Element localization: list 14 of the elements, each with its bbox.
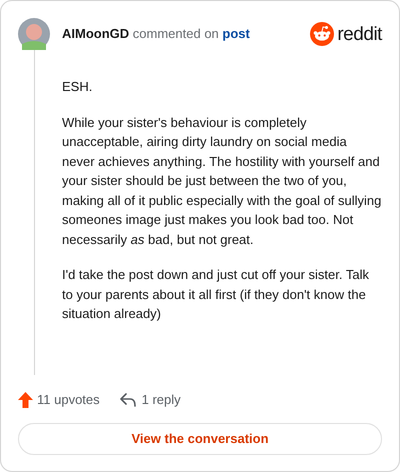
brand-name: reddit [337,24,382,44]
comment-paragraph: ESH. [62,78,94,96]
comment-paragraph: While your sister's behaviour is completely unacceptable, airing dirty laundry on social media never achieves anything. The hostility with yourself and your sister should be just between the two of you, making all of it public especially with the goal of sullying someones image just makes you look bad too. Not necessarily as bad, but not great. [62,114,382,249]
view-conversation-button[interactable]: View the conversation [18,423,382,455]
reply-arrow-icon[interactable] [120,393,136,407]
post-link[interactable]: post [222,26,250,42]
reddit-logo-icon [310,22,334,46]
upvote-count: 11 upvotes [37,391,100,410]
action-text: commented on [132,26,219,42]
reply-count: 1 reply [142,391,181,410]
comment-paragraph: I'd take the post down and just cut off your sister. Talk to your parents about it all first (if they don't know the situation already) [62,266,370,323]
upvote-arrow-icon[interactable] [18,392,33,408]
username-link[interactable]: AIMoonGD [62,26,130,42]
avatar [18,18,50,50]
